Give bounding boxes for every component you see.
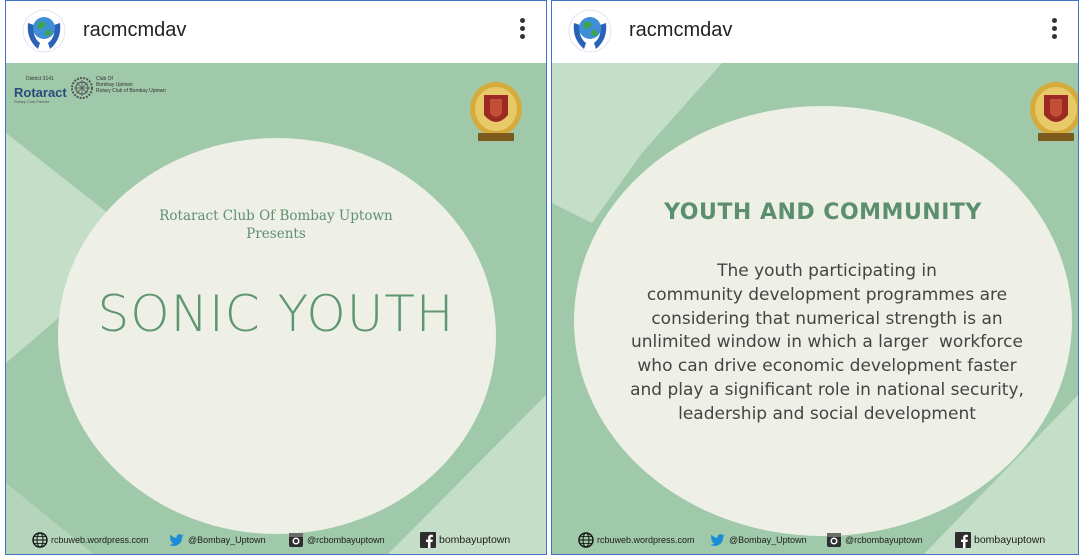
- footer-instagram-text[interactable]: @rcbombayuptown: [307, 535, 385, 545]
- globe-icon: [578, 532, 594, 548]
- facebook-icon: [420, 532, 436, 548]
- post-card-sonic-youth: racmcmdav District 3141 Rotaract Rotary …: [5, 0, 547, 555]
- globe-icon: [32, 532, 48, 548]
- footer-twitter-text[interactable]: @Bombay_Uptown: [729, 535, 807, 545]
- footer-instagram-text[interactable]: @rcbombayuptown: [845, 535, 923, 545]
- body-line: The youth participating in: [717, 261, 937, 281]
- footer-web: rcbuweb.wordpress.com: [578, 532, 695, 548]
- post-title: SONIC YOUTH: [97, 285, 455, 343]
- footer-facebook: bombayuptown: [955, 532, 1045, 548]
- footer-facebook-text[interactable]: bombayuptown: [439, 534, 510, 546]
- post-header: racmcmdav: [552, 1, 1078, 63]
- footer-instagram: @rcbombayuptown: [826, 532, 923, 548]
- username[interactable]: racmcmdav: [629, 19, 732, 42]
- instagram-icon: [288, 532, 304, 548]
- twitter-icon: [710, 532, 726, 548]
- rotary-wheel-icon: [71, 77, 93, 99]
- post-header: racmcmdav: [6, 1, 546, 63]
- facebook-icon: [955, 532, 971, 548]
- body-line: and play a significant role in national …: [630, 379, 1024, 400]
- body-line: considering that numerical strength is a…: [651, 308, 1003, 329]
- body-line: who can drive economic development faste…: [637, 356, 1017, 377]
- post-image: YOUTH AND COMMUNITY The youth participat…: [552, 63, 1078, 554]
- crest-emblem-icon: [1028, 79, 1078, 145]
- presenter-line1: Rotaract Club Of Bombay Uptown: [159, 208, 393, 224]
- crest-emblem-icon: [468, 79, 524, 145]
- post-heading: YOUTH AND COMMUNITY: [664, 200, 982, 225]
- globe-hands-avatar-icon: [22, 9, 66, 53]
- footer-twitter: @Bombay_Uptown: [710, 532, 807, 548]
- post-image: District 3141 Rotaract Rotary Club Partn…: [6, 63, 546, 554]
- logo-district: District 3141: [26, 76, 54, 82]
- body-line: leadership and social development: [678, 403, 976, 424]
- globe-hands-avatar-icon: [568, 9, 612, 53]
- logo-name: Rotaract: [14, 85, 67, 100]
- body-line: community development programmes are: [646, 284, 1008, 305]
- post-body: The youth participating in community dev…: [572, 260, 1078, 427]
- rotaract-logo: District 3141 Rotaract Rotary Club Partn…: [14, 75, 204, 105]
- footer-web-text[interactable]: rcbuweb.wordpress.com: [597, 535, 695, 545]
- footer-facebook: bombayuptown: [420, 532, 510, 548]
- logo-sub: Rotary Club Partner: [14, 99, 50, 104]
- post-footer: rcbuweb.wordpress.com @Bombay_Uptown @rc…: [552, 530, 1078, 550]
- instagram-icon: [826, 532, 842, 548]
- profile-avatar[interactable]: [568, 9, 612, 53]
- footer-web: rcbuweb.wordpress.com: [32, 532, 149, 548]
- footer-facebook-text[interactable]: bombayuptown: [974, 534, 1045, 546]
- more-vertical-icon[interactable]: [512, 15, 532, 47]
- twitter-icon: [169, 532, 185, 548]
- username[interactable]: racmcmdav: [83, 19, 186, 42]
- presenter-line2: Presents: [246, 226, 306, 242]
- footer-twitter-text[interactable]: @Bombay_Uptown: [188, 535, 266, 545]
- footer-web-text[interactable]: rcbuweb.wordpress.com: [51, 535, 149, 545]
- logo-club-line3: Rotary Club of Bombay Uptown: [96, 88, 167, 94]
- profile-avatar[interactable]: [22, 9, 66, 53]
- footer-twitter: @Bombay_Uptown: [169, 532, 266, 548]
- logo-club-text: Club Of Bombay Uptown Rotary Club of Bom…: [96, 76, 166, 94]
- post-card-youth-community: racmcmdav YOUTH AND COMMUNITY The youth …: [551, 0, 1079, 555]
- footer-instagram: @rcbombayuptown: [288, 532, 385, 548]
- body-line: unlimited window in which a larger workf…: [631, 332, 1023, 353]
- post-footer: rcbuweb.wordpress.com @Bombay_Uptown @rc…: [6, 530, 546, 550]
- more-vertical-icon[interactable]: [1044, 15, 1064, 47]
